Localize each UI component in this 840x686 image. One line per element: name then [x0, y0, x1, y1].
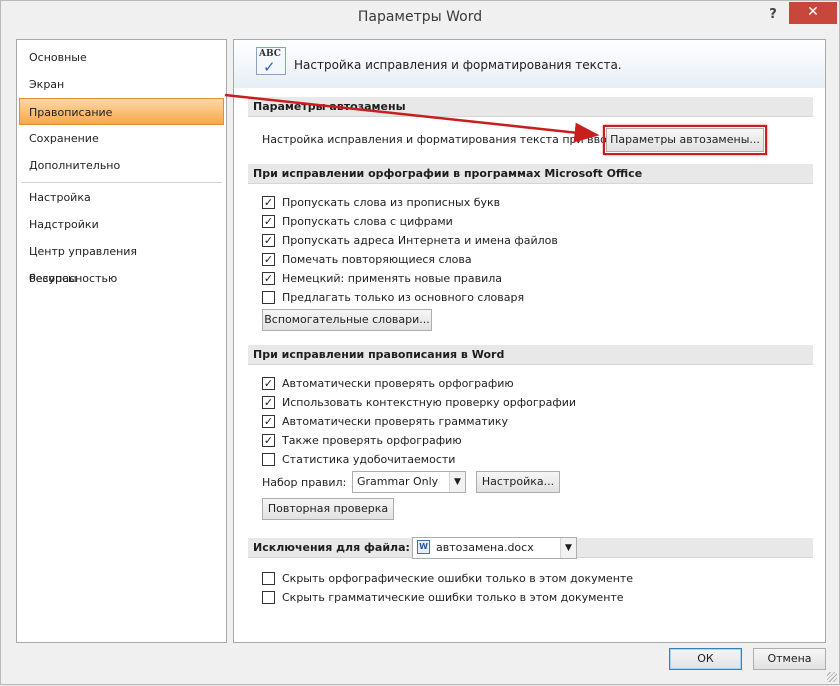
title-bar: Параметры Word ? ✕: [1, 1, 839, 33]
checkbox[interactable]: [262, 571, 275, 585]
autocorrect-label: Настройка исправления и форматирования т…: [262, 133, 625, 146]
sidebar-item-resources[interactable]: Ресурсы: [17, 265, 226, 292]
checkbox[interactable]: ✓: [262, 395, 275, 409]
exceptions-file-select[interactable]: Wавтозамена.docx ▼: [412, 537, 577, 559]
checkbox[interactable]: [262, 590, 275, 604]
sidebar-item-addins[interactable]: Надстройки: [17, 211, 226, 238]
section-word-spelling-heading: При исправлении правописания в Word: [248, 345, 813, 365]
window-title: Параметры Word: [357, 9, 483, 25]
sidebar-item-customize[interactable]: Настройка: [17, 184, 226, 211]
panel-header: ABC ✓ Настройка исправления и форматиров…: [234, 40, 825, 88]
checkbox[interactable]: ✓: [262, 195, 275, 209]
checkbox[interactable]: ✓: [262, 233, 275, 247]
option-readability-statistics[interactable]: Статистика удобочитаемости: [262, 450, 455, 469]
option-check-grammar[interactable]: ✓ Автоматически проверять грамматику: [262, 412, 508, 431]
option-ignore-numbers[interactable]: ✓ Пропускать слова с цифрами: [262, 212, 453, 231]
option-contextual-spelling[interactable]: ✓ Использовать контекстную проверку орфог…: [262, 393, 576, 412]
chevron-down-icon[interactable]: ▼: [449, 472, 465, 492]
checkbox[interactable]: ✓: [262, 271, 275, 285]
sidebar-item-general[interactable]: Основные: [17, 44, 226, 71]
resize-grip[interactable]: [827, 672, 837, 682]
sidebar-item-proofing[interactable]: Правописание: [19, 98, 224, 125]
custom-dictionaries-button[interactable]: Вспомогательные словари...: [262, 309, 432, 331]
chevron-down-icon[interactable]: ▼: [560, 538, 576, 558]
ok-button[interactable]: ОК: [669, 648, 742, 670]
checkbox[interactable]: ✓: [262, 414, 275, 428]
autocorrect-options-button[interactable]: Параметры автозамены...: [606, 128, 764, 152]
word-options-dialog: Параметры Word ? ✕ Основные Экран Правоп…: [0, 0, 840, 685]
recheck-document-button[interactable]: Повторная проверка: [262, 498, 394, 520]
option-ignore-internet-addresses[interactable]: ✓ Пропускать адреса Интернета и имена фай…: [262, 231, 558, 250]
section-office-spelling-heading: При исправлении орфографии в программах …: [248, 164, 813, 184]
option-check-grammar-with-spelling[interactable]: ✓ Также проверять орфографию: [262, 431, 462, 450]
checkbox[interactable]: ✓: [262, 433, 275, 447]
option-hide-grammar-errors[interactable]: Скрыть грамматические ошибки только в эт…: [262, 588, 624, 607]
rules-label: Набор правил:: [262, 476, 347, 489]
option-main-dictionary-only[interactable]: Предлагать только из основного словаря: [262, 288, 524, 307]
cancel-button[interactable]: Отмена: [753, 648, 826, 670]
sidebar-item-advanced[interactable]: Дополнительно: [17, 152, 226, 179]
checkbox[interactable]: [262, 452, 275, 466]
option-check-spelling-as-you-type[interactable]: ✓ Автоматически проверять орфографию: [262, 374, 514, 393]
sidebar-item-save[interactable]: Сохранение: [17, 125, 226, 152]
sidebar-item-display[interactable]: Экран: [17, 71, 226, 98]
checkbox[interactable]: ✓: [262, 252, 275, 266]
option-ignore-uppercase[interactable]: ✓ Пропускать слова из прописных букв: [262, 193, 500, 212]
sidebar-divider: [21, 182, 222, 183]
sidebar-item-trust-center[interactable]: Центр управления безопасностью: [17, 238, 226, 285]
close-button[interactable]: ✕: [789, 2, 837, 24]
help-button[interactable]: ?: [765, 6, 781, 24]
checkbox[interactable]: ✓: [262, 214, 275, 228]
option-hide-spelling-errors[interactable]: Скрыть орфографические ошибки только в э…: [262, 569, 633, 588]
spelling-abc-icon: ABC ✓: [256, 47, 286, 76]
option-flag-repeated-words[interactable]: ✓ Помечать повторяющиеся слова: [262, 250, 472, 269]
section-autocorrect-heading: Параметры автозамены: [248, 97, 813, 117]
word-document-icon: W: [417, 540, 430, 554]
checkbox[interactable]: ✓: [262, 376, 275, 390]
panel-title: Настройка исправления и форматирования т…: [294, 58, 622, 72]
grammar-settings-button[interactable]: Настройка...: [476, 471, 560, 493]
writing-style-select[interactable]: Grammar Only ▼: [352, 471, 466, 493]
option-german-new-rules[interactable]: ✓ Немецкий: применять новые правила: [262, 269, 502, 288]
checkbox[interactable]: [262, 290, 275, 304]
sidebar: Основные Экран Правописание Сохранение Д…: [16, 39, 227, 643]
